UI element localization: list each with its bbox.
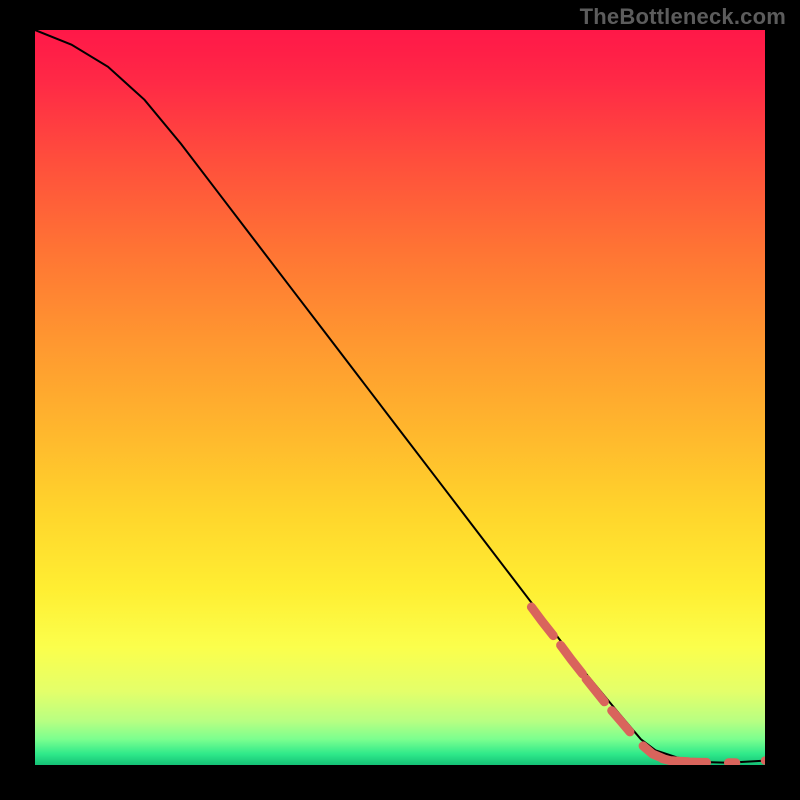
watermark-text: TheBottleneck.com	[580, 4, 786, 30]
highlight-dash	[663, 759, 689, 762]
plot-area	[35, 30, 765, 765]
chart-frame: TheBottleneck.com	[0, 0, 800, 800]
gradient-background	[35, 30, 765, 765]
bottleneck-chart	[35, 30, 765, 765]
